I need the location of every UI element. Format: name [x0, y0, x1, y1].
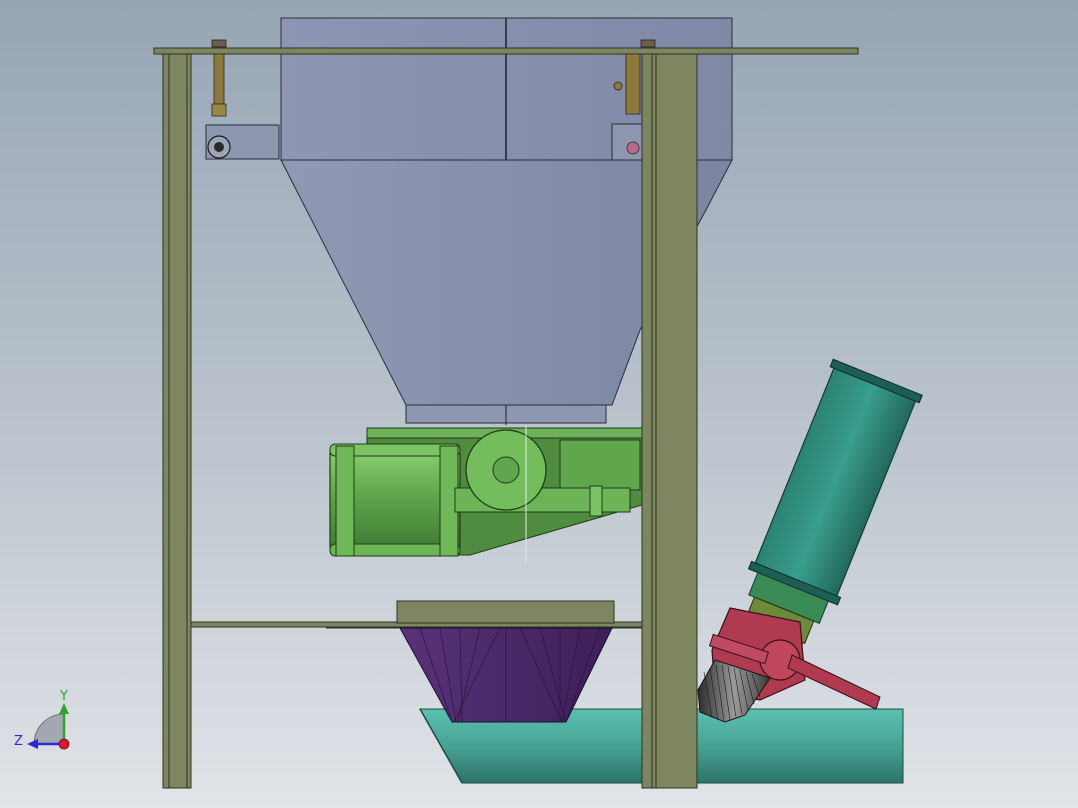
top-beam[interactable]	[153, 47, 859, 55]
triad-plane-shade	[33, 713, 65, 745]
frame-post-left[interactable]	[162, 52, 192, 789]
z-axis-label: Z	[14, 734, 23, 749]
cad-model-view[interactable]: Y Z	[0, 0, 1078, 808]
y-axis-label: Y	[59, 689, 68, 704]
funnel-outlet[interactable]	[396, 600, 615, 723]
z-arrow-head	[27, 739, 38, 749]
orientation-triad[interactable]: Y Z	[14, 689, 70, 750]
x-axis-dot	[58, 738, 70, 750]
frame-post-right[interactable]	[641, 52, 698, 789]
y-arrow-head	[59, 703, 69, 714]
cad-viewport[interactable]: Y Z	[0, 0, 1078, 808]
pneumatic-cylinder-assembly[interactable]	[329, 425, 643, 562]
hanger-rod-left[interactable]	[205, 39, 280, 160]
